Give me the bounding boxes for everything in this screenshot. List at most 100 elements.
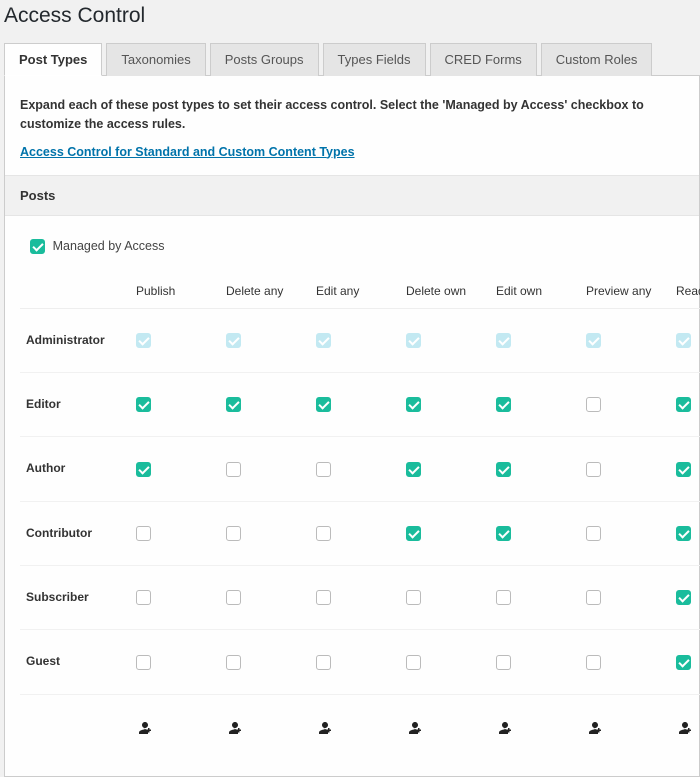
perm-cell [220, 630, 310, 694]
column-publish: Publish [130, 264, 220, 309]
tabs-bar: Post TypesTaxonomiesPosts GroupsTypes Fi… [4, 42, 700, 76]
perm-checkbox-publish[interactable] [136, 397, 151, 412]
perm-cell [130, 308, 220, 372]
perm-cell [130, 372, 220, 436]
help-link[interactable]: Access Control for Standard and Custom C… [20, 145, 355, 159]
intro-text: Expand each of these post types to set t… [20, 96, 684, 134]
perm-cell [400, 630, 490, 694]
perm-checkbox-delete-own[interactable] [406, 526, 421, 541]
perm-checkbox-edit-own[interactable] [496, 655, 511, 670]
perm-checkbox-publish [136, 333, 151, 348]
perm-checkbox-delete-any[interactable] [226, 462, 241, 477]
add-user-icon[interactable] [406, 721, 424, 741]
perm-cell [220, 501, 310, 565]
perm-checkbox-preview-any[interactable] [586, 397, 601, 412]
perm-checkbox-read[interactable] [676, 526, 691, 541]
perm-cell [220, 308, 310, 372]
tab-types-fields[interactable]: Types Fields [323, 43, 426, 76]
perm-checkbox-preview-any [586, 333, 601, 348]
managed-by-access-label: Managed by Access [53, 239, 165, 253]
perm-cell [580, 565, 670, 629]
table-row: Editor [20, 372, 700, 436]
perm-checkbox-publish[interactable] [136, 590, 151, 605]
add-user-row [20, 694, 700, 766]
perm-cell [490, 630, 580, 694]
role-name: Guest [20, 630, 130, 694]
perm-checkbox-edit-own[interactable] [496, 526, 511, 541]
perm-checkbox-edit-any[interactable] [316, 526, 331, 541]
tab-taxonomies[interactable]: Taxonomies [106, 43, 205, 76]
perm-checkbox-delete-own [406, 333, 421, 348]
tab-post-types[interactable]: Post Types [4, 43, 102, 76]
managed-by-access-row: Managed by Access [20, 216, 684, 254]
perm-checkbox-delete-any[interactable] [226, 590, 241, 605]
perm-checkbox-edit-own[interactable] [496, 590, 511, 605]
perm-checkbox-read[interactable] [676, 462, 691, 477]
perm-checkbox-delete-own[interactable] [406, 655, 421, 670]
perm-cell [220, 437, 310, 501]
section-header-posts[interactable]: Posts [5, 175, 699, 216]
perm-checkbox-delete-own[interactable] [406, 462, 421, 477]
role-name: Editor [20, 372, 130, 436]
perm-checkbox-edit-any[interactable] [316, 655, 331, 670]
perm-cell [580, 308, 670, 372]
perm-checkbox-delete-any[interactable] [226, 397, 241, 412]
add-user-icon[interactable] [496, 721, 514, 741]
add-user-icon[interactable] [226, 721, 244, 741]
perm-cell [310, 565, 400, 629]
add-user-icon[interactable] [316, 721, 334, 741]
perm-checkbox-delete-any[interactable] [226, 655, 241, 670]
perm-checkbox-preview-any[interactable] [586, 655, 601, 670]
perm-checkbox-publish[interactable] [136, 526, 151, 541]
managed-by-access-checkbox[interactable] [30, 239, 45, 254]
perm-checkbox-edit-any[interactable] [316, 397, 331, 412]
perm-cell [310, 630, 400, 694]
perm-cell [490, 501, 580, 565]
perm-checkbox-delete-any[interactable] [226, 526, 241, 541]
perm-cell [670, 308, 700, 372]
perm-checkbox-preview-any[interactable] [586, 462, 601, 477]
perm-cell [580, 630, 670, 694]
perm-cell [400, 308, 490, 372]
permissions-table: PublishDelete anyEdit anyDelete ownEdit … [20, 264, 700, 766]
perm-checkbox-edit-own[interactable] [496, 462, 511, 477]
perm-cell [400, 372, 490, 436]
perm-cell [580, 501, 670, 565]
perm-checkbox-delete-own[interactable] [406, 590, 421, 605]
perm-checkbox-read[interactable] [676, 590, 691, 605]
column-edit-any: Edit any [310, 264, 400, 309]
perm-checkbox-edit-any[interactable] [316, 462, 331, 477]
table-row: Contributor [20, 501, 700, 565]
column-role [20, 264, 130, 309]
role-name: Subscriber [20, 565, 130, 629]
perm-cell [220, 372, 310, 436]
perm-checkbox-edit-any [316, 333, 331, 348]
perm-cell [400, 565, 490, 629]
perm-checkbox-edit-own[interactable] [496, 397, 511, 412]
perm-checkbox-delete-own[interactable] [406, 397, 421, 412]
perm-cell [130, 437, 220, 501]
perm-checkbox-publish[interactable] [136, 655, 151, 670]
role-name: Author [20, 437, 130, 501]
permissions-header-row: PublishDelete anyEdit anyDelete ownEdit … [20, 264, 700, 309]
perm-cell [490, 565, 580, 629]
add-user-icon[interactable] [136, 721, 154, 741]
add-user-icon[interactable] [586, 721, 604, 741]
perm-cell [670, 630, 700, 694]
perm-checkbox-preview-any[interactable] [586, 590, 601, 605]
add-user-icon[interactable] [676, 721, 694, 741]
perm-checkbox-read[interactable] [676, 655, 691, 670]
column-edit-own: Edit own [490, 264, 580, 309]
tab-cred-forms[interactable]: CRED Forms [430, 43, 537, 76]
perm-cell [490, 308, 580, 372]
perm-cell [400, 501, 490, 565]
perm-checkbox-preview-any[interactable] [586, 526, 601, 541]
perm-checkbox-read[interactable] [676, 397, 691, 412]
perm-cell [220, 565, 310, 629]
role-name: Administrator [20, 308, 130, 372]
perm-checkbox-edit-any[interactable] [316, 590, 331, 605]
perm-checkbox-publish[interactable] [136, 462, 151, 477]
perm-cell [580, 372, 670, 436]
tab-posts-groups[interactable]: Posts Groups [210, 43, 319, 76]
tab-custom-roles[interactable]: Custom Roles [541, 43, 653, 76]
